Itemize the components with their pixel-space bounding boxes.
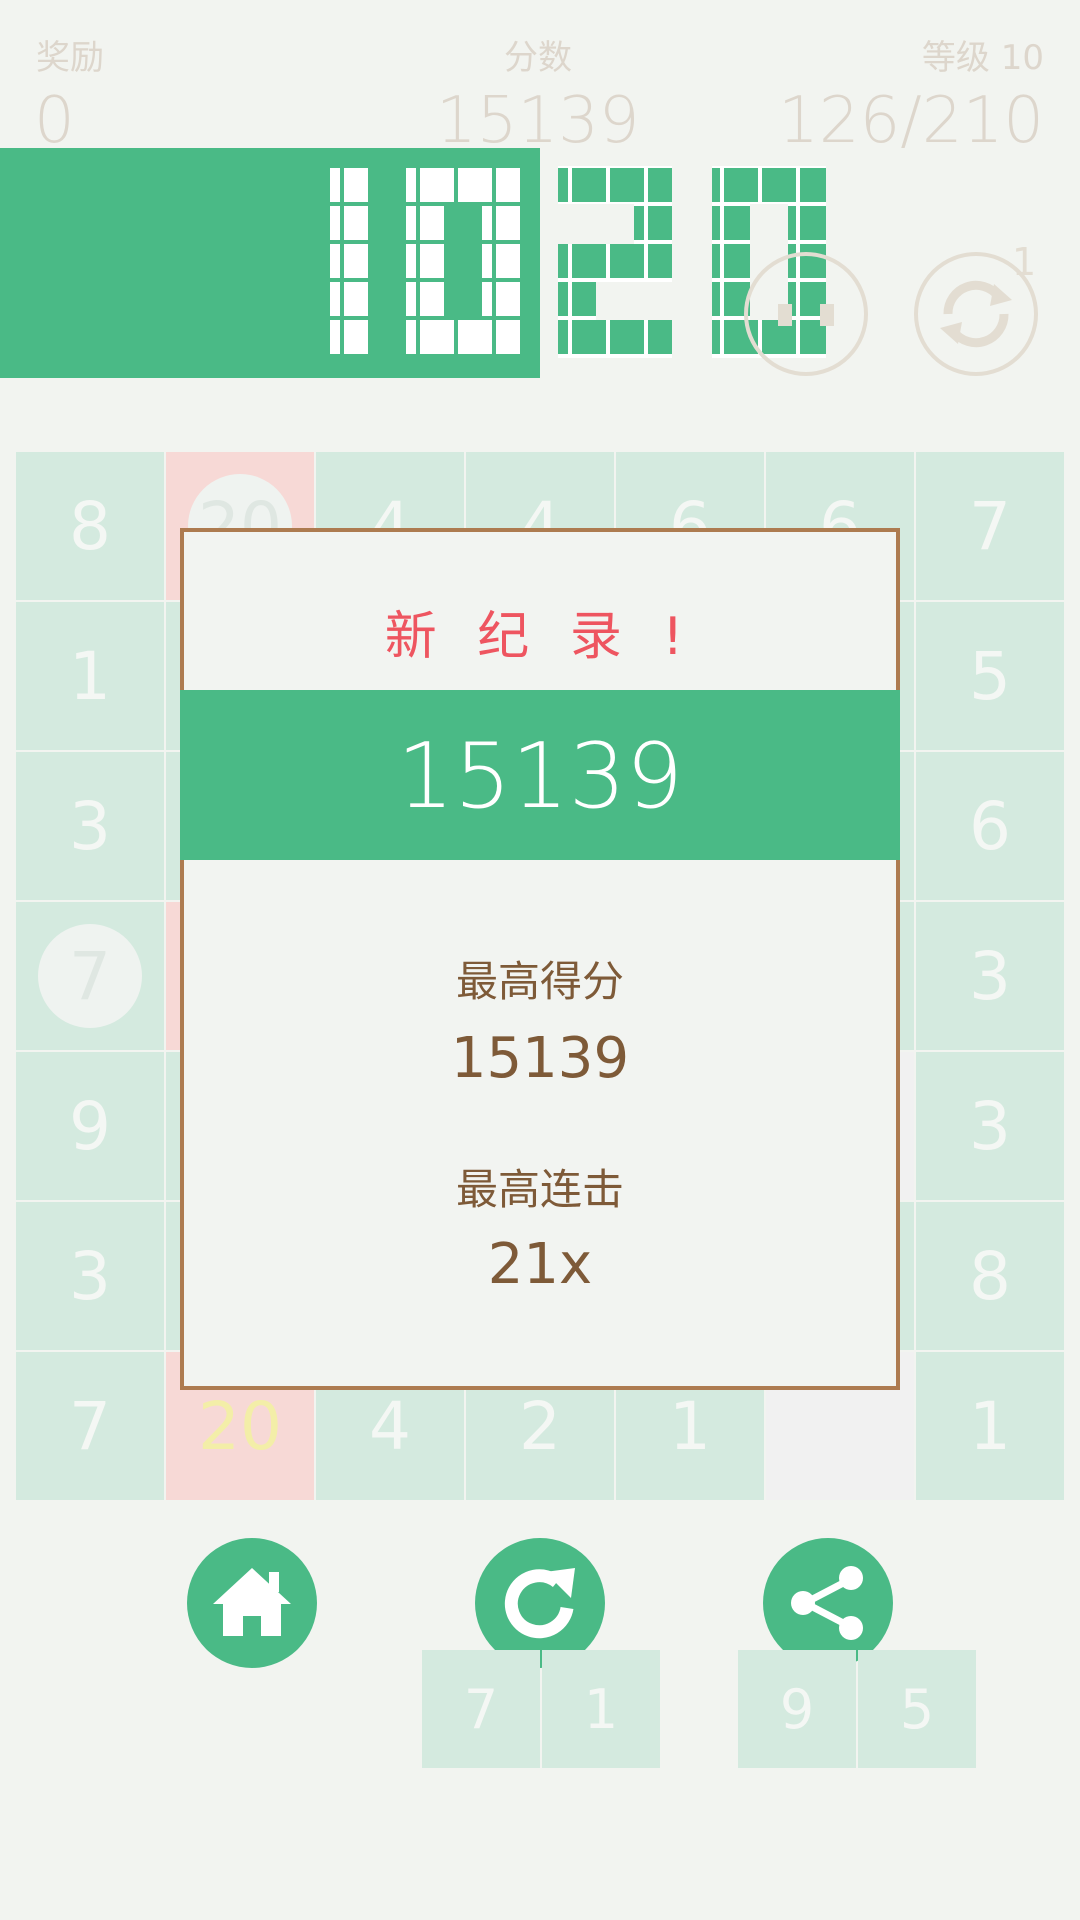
board-cell[interactable]: 8 <box>16 452 164 600</box>
tray-piece-b-cell[interactable]: 5 <box>858 1650 976 1768</box>
board-cell[interactable]: 1 <box>916 1352 1064 1500</box>
tray-piece-a-cell[interactable]: 7 <box>422 1650 540 1768</box>
reward-label: 奖励 <box>36 38 104 78</box>
score-value: 15139 <box>436 84 640 158</box>
tray-piece-a-cell[interactable]: 1 <box>542 1650 660 1768</box>
score-band: 15139 <box>180 690 900 860</box>
share-button[interactable] <box>763 1538 893 1668</box>
board-cell[interactable]: 7 <box>916 452 1064 600</box>
board-cell[interactable]: 9 <box>16 1052 164 1200</box>
level-progress: 126/210 <box>778 84 1044 158</box>
restart-count: 1 <box>1012 240 1037 284</box>
home-button[interactable] <box>187 1538 317 1668</box>
board-cell[interactable]: 3 <box>16 752 164 900</box>
pause-icon <box>778 304 834 326</box>
best-combo-value: 21x <box>487 1232 593 1297</box>
board-cell[interactable]: 3 <box>16 1202 164 1350</box>
board-cell[interactable]: 8 <box>916 1202 1064 1350</box>
board-cell[interactable]: 1 <box>16 602 164 750</box>
board-cell[interactable]: 7 <box>16 902 164 1050</box>
reward-value: 0 <box>34 84 75 158</box>
level-label: 等级 10 <box>921 38 1044 78</box>
pause-button[interactable] <box>744 252 868 376</box>
game-logo <box>330 166 826 358</box>
final-score: 15139 <box>396 724 684 829</box>
board-cell[interactable]: 3 <box>916 1052 1064 1200</box>
best-combo-label: 最高连击 <box>455 1165 624 1214</box>
board-cell[interactable]: 3 <box>916 902 1064 1050</box>
best-score-label: 最高得分 <box>455 957 624 1006</box>
board-cell[interactable]: 5 <box>916 602 1064 750</box>
replay-icon <box>504 1568 575 1639</box>
new-record-title: 新 纪 录 ! <box>384 607 696 667</box>
tray-piece-b-cell[interactable]: 9 <box>738 1650 856 1768</box>
home-icon <box>213 1568 291 1636</box>
share-icon <box>791 1566 863 1640</box>
board-cell[interactable]: 6 <box>916 752 1064 900</box>
best-score-value: 15139 <box>450 1026 630 1091</box>
score-label: 分数 <box>504 38 572 78</box>
cell-circle: 7 <box>38 924 142 1028</box>
replay-button[interactable] <box>475 1538 605 1668</box>
board-cell[interactable]: 7 <box>16 1352 164 1500</box>
new-record-dialog: 新 纪 录 ! 15139 最高得分 15139 最高连击 21x <box>180 528 900 1390</box>
